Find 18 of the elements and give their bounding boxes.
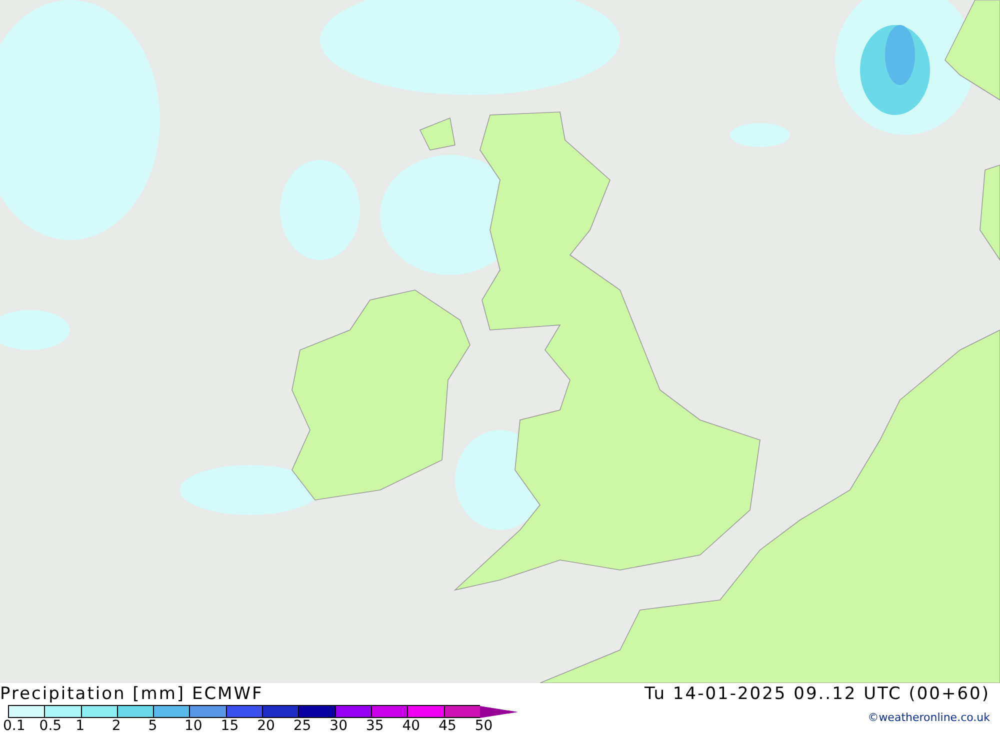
map-title: Precipitation [mm] ECMWF <box>0 683 264 705</box>
legend-label: 40 <box>402 718 422 733</box>
legend-label: 0.5 <box>39 718 63 733</box>
legend-label: 20 <box>257 718 276 733</box>
legend-label: 45 <box>438 718 458 733</box>
legend-label: 1 <box>76 718 86 733</box>
legend-label: 15 <box>220 718 240 733</box>
legend-label: 25 <box>293 718 312 733</box>
credit-text: ©weatheronline.co.uk <box>868 711 990 724</box>
legend-label: 35 <box>366 718 385 733</box>
legend-label: 0.1 <box>3 718 26 733</box>
legend-label: 5 <box>148 718 158 733</box>
valid-time: Tu 14-01-2025 09..12 UTC (00+60) <box>644 683 990 705</box>
legend-label: 30 <box>330 718 348 733</box>
legend-label: 10 <box>184 718 204 733</box>
legend-label: 50 <box>474 718 494 733</box>
legend-label: 2 <box>112 718 122 733</box>
legend-arrow-icon <box>480 706 518 718</box>
